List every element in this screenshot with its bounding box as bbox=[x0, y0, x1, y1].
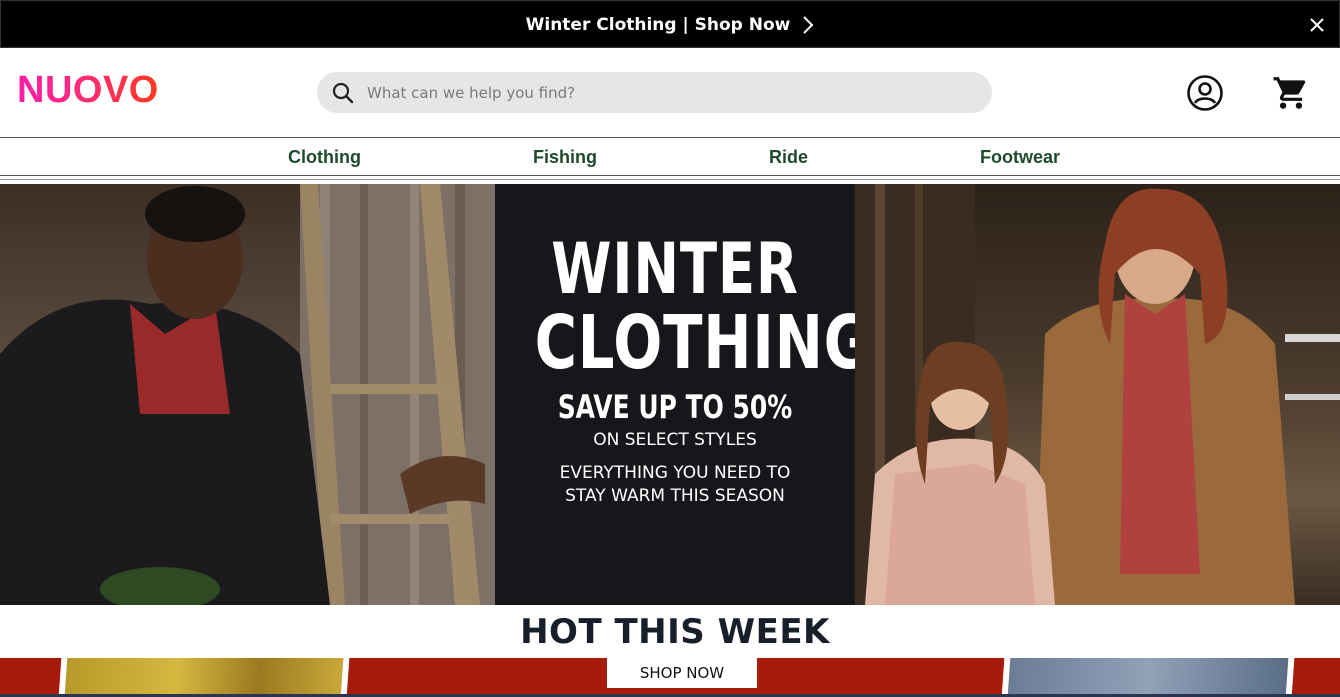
announcement-bar: Winter Clothing | Shop Now bbox=[0, 0, 1340, 48]
promo-image-right[interactable] bbox=[1001, 658, 1295, 697]
nav-item-fishing[interactable]: Fishing bbox=[533, 147, 597, 168]
nav-item-footwear[interactable]: Footwear bbox=[980, 147, 1060, 168]
main-nav: Clothing Fishing Ride Footwear bbox=[0, 137, 1340, 176]
account-icon[interactable] bbox=[1186, 74, 1224, 112]
hero-image-man bbox=[0, 184, 495, 605]
hero-tagline-line2: STAY WARM THIS SEASON bbox=[565, 486, 785, 506]
nav-item-ride[interactable]: Ride bbox=[769, 147, 808, 168]
chevron-right-icon bbox=[802, 16, 814, 34]
nav-item-clothing[interactable]: Clothing bbox=[288, 147, 361, 168]
hero-banner[interactable]: WINTER CLOTHING SAVE UP TO 50% ON SELECT… bbox=[0, 184, 1340, 605]
hero-text-panel: WINTER CLOTHING SAVE UP TO 50% ON SELECT… bbox=[495, 184, 872, 605]
divider bbox=[0, 179, 1340, 180]
search-input[interactable] bbox=[367, 72, 967, 113]
hero-subtitle: ON SELECT STYLES bbox=[593, 430, 757, 450]
site-header: NUOVO bbox=[0, 48, 1340, 137]
close-icon[interactable] bbox=[1305, 13, 1329, 37]
search-bar bbox=[317, 72, 992, 113]
announcement-text: Winter Clothing | Shop Now bbox=[525, 15, 791, 35]
hero-tagline-line1: EVERYTHING YOU NEED TO bbox=[559, 463, 791, 483]
hero-tagline: EVERYTHING YOU NEED TO STAY WARM THIS SE… bbox=[495, 462, 855, 508]
hero-discount: SAVE UP TO 50% bbox=[557, 388, 793, 426]
promo-image-left[interactable] bbox=[58, 658, 350, 697]
logo[interactable]: NUOVO bbox=[17, 68, 159, 112]
shop-now-button[interactable]: SHOP NOW bbox=[607, 658, 757, 688]
hero-image-family bbox=[855, 184, 1340, 605]
section-title-hot: HOT THIS WEEK bbox=[520, 612, 830, 652]
announcement-link[interactable]: Winter Clothing | Shop Now bbox=[1, 1, 1339, 49]
hero-title-line2: CLOTHING bbox=[534, 300, 872, 386]
cart-icon[interactable] bbox=[1272, 74, 1310, 112]
hero-title-line1: WINTER bbox=[551, 228, 799, 310]
search-icon[interactable] bbox=[332, 82, 354, 104]
